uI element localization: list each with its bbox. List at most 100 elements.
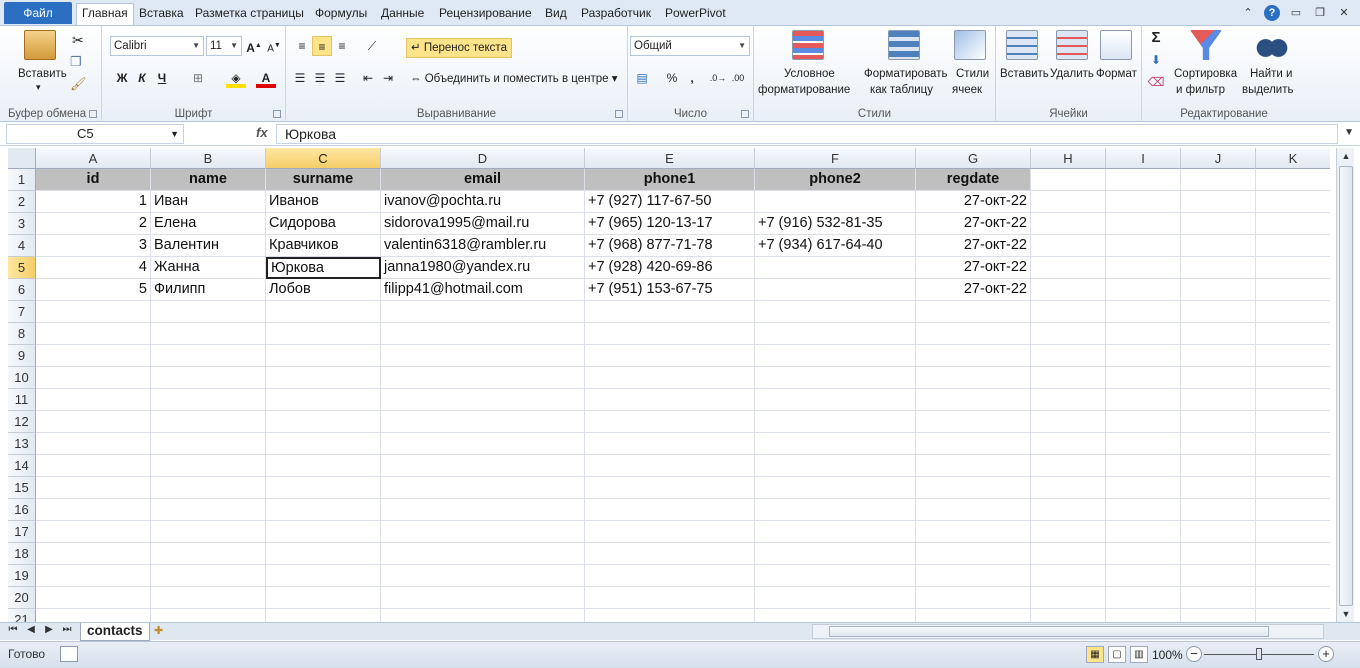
underline-button[interactable]: Ч — [152, 68, 172, 88]
cell-d19[interactable] — [381, 565, 585, 587]
row-header-3[interactable]: 3 — [8, 213, 36, 235]
paste-dropdown-icon[interactable]: ▾ — [36, 82, 41, 93]
cell-b19[interactable] — [151, 565, 266, 587]
tab-developer[interactable]: Разработчик — [576, 4, 656, 24]
format-as-table-line1[interactable]: Форматировать — [864, 68, 947, 80]
cell-a21[interactable] — [36, 609, 151, 622]
cell-j3[interactable] — [1181, 213, 1256, 235]
format-cells-icon[interactable] — [1100, 30, 1132, 60]
cell-e20[interactable] — [585, 587, 755, 609]
cell-c21[interactable] — [266, 609, 381, 622]
cell-b6[interactable]: Филипп — [151, 279, 266, 301]
cell-f16[interactable] — [755, 499, 916, 521]
cell-h6[interactable] — [1031, 279, 1106, 301]
cell-b20[interactable] — [151, 587, 266, 609]
insert-cells-icon[interactable] — [1006, 30, 1038, 60]
tab-home[interactable]: Главная — [76, 3, 134, 25]
font-color-icon[interactable]: A — [256, 68, 276, 88]
cell-e19[interactable] — [585, 565, 755, 587]
cell-c14[interactable] — [266, 455, 381, 477]
cell-g1[interactable]: regdate — [916, 169, 1031, 191]
cell-c3[interactable]: Сидорова — [266, 213, 381, 235]
format-cells-button[interactable]: Формат — [1096, 68, 1137, 80]
cell-b3[interactable]: Елена — [151, 213, 266, 235]
cell-a11[interactable] — [36, 389, 151, 411]
cell-b2[interactable]: Иван — [151, 191, 266, 213]
cell-i12[interactable] — [1106, 411, 1181, 433]
tab-page-layout[interactable]: Разметка страницы — [190, 4, 309, 24]
insert-sheet-icon[interactable]: ✚ — [154, 624, 170, 638]
cell-a5[interactable]: 4 — [36, 257, 151, 279]
cell-styles-icon[interactable] — [954, 30, 986, 60]
decrease-indent-icon[interactable]: ⇤ — [358, 68, 378, 88]
cell-h7[interactable] — [1031, 301, 1106, 323]
formula-input[interactable]: Юркова — [276, 124, 1338, 144]
cell-i21[interactable] — [1106, 609, 1181, 622]
cell-g21[interactable] — [916, 609, 1031, 622]
cell-i7[interactable] — [1106, 301, 1181, 323]
clear-icon[interactable]: ⌫ — [1146, 72, 1166, 92]
cell-j9[interactable] — [1181, 345, 1256, 367]
cell-b5[interactable]: Жанна — [151, 257, 266, 279]
cell-c11[interactable] — [266, 389, 381, 411]
cell-k20[interactable] — [1256, 587, 1330, 609]
cell-d15[interactable] — [381, 477, 585, 499]
cell-c2[interactable]: Иванов — [266, 191, 381, 213]
cell-h4[interactable] — [1031, 235, 1106, 257]
cell-c20[interactable] — [266, 587, 381, 609]
cell-a2[interactable]: 1 — [36, 191, 151, 213]
row-header-5[interactable]: 5 — [8, 257, 36, 279]
cell-h5[interactable] — [1031, 257, 1106, 279]
cell-g2[interactable]: 27-окт-22 — [916, 191, 1031, 213]
cell-k9[interactable] — [1256, 345, 1330, 367]
macro-record-icon[interactable] — [60, 646, 78, 662]
cell-c16[interactable] — [266, 499, 381, 521]
cell-g11[interactable] — [916, 389, 1031, 411]
cell-j21[interactable] — [1181, 609, 1256, 622]
sheet-tab-contacts[interactable]: contacts — [80, 623, 150, 641]
cell-b15[interactable] — [151, 477, 266, 499]
fill-icon[interactable]: ⬇ — [1146, 50, 1166, 70]
cell-g10[interactable] — [916, 367, 1031, 389]
page-break-view-icon[interactable]: ▥ — [1130, 646, 1148, 663]
cell-g20[interactable] — [916, 587, 1031, 609]
cell-k17[interactable] — [1256, 521, 1330, 543]
cell-b12[interactable] — [151, 411, 266, 433]
cell-k14[interactable] — [1256, 455, 1330, 477]
cell-b10[interactable] — [151, 367, 266, 389]
cell-a10[interactable] — [36, 367, 151, 389]
restore-icon[interactable]: ❐ — [1312, 5, 1328, 21]
cell-a18[interactable] — [36, 543, 151, 565]
row-header-14[interactable]: 14 — [8, 455, 36, 477]
cell-k21[interactable] — [1256, 609, 1330, 622]
cell-f12[interactable] — [755, 411, 916, 433]
cell-b14[interactable] — [151, 455, 266, 477]
cell-c19[interactable] — [266, 565, 381, 587]
help-icon[interactable]: ? — [1264, 5, 1280, 21]
cell-b4[interactable]: Валентин — [151, 235, 266, 257]
cell-k18[interactable] — [1256, 543, 1330, 565]
orientation-icon[interactable]: ⟋ — [362, 36, 382, 56]
align-middle-icon[interactable]: ≡ — [312, 36, 332, 56]
find-select-line2[interactable]: выделить — [1242, 84, 1294, 96]
cell-d10[interactable] — [381, 367, 585, 389]
cell-a3[interactable]: 2 — [36, 213, 151, 235]
shrink-font-icon[interactable]: A▼ — [264, 36, 284, 56]
row-header-20[interactable]: 20 — [8, 587, 36, 609]
cell-c10[interactable] — [266, 367, 381, 389]
tab-data[interactable]: Данные — [376, 4, 429, 24]
format-as-table-line2[interactable]: как таблицу — [870, 84, 933, 96]
cell-g16[interactable] — [916, 499, 1031, 521]
cell-d16[interactable] — [381, 499, 585, 521]
cell-a6[interactable]: 5 — [36, 279, 151, 301]
cell-i8[interactable] — [1106, 323, 1181, 345]
cell-k2[interactable] — [1256, 191, 1330, 213]
cell-h21[interactable] — [1031, 609, 1106, 622]
column-header-h[interactable]: H — [1031, 148, 1106, 169]
cell-f4[interactable]: +7 (934) 617-64-40 — [755, 235, 916, 257]
cell-h8[interactable] — [1031, 323, 1106, 345]
row-header-18[interactable]: 18 — [8, 543, 36, 565]
cell-f3[interactable]: +7 (916) 532-81-35 — [755, 213, 916, 235]
vertical-scroll-thumb[interactable] — [1339, 166, 1353, 606]
cell-a17[interactable] — [36, 521, 151, 543]
